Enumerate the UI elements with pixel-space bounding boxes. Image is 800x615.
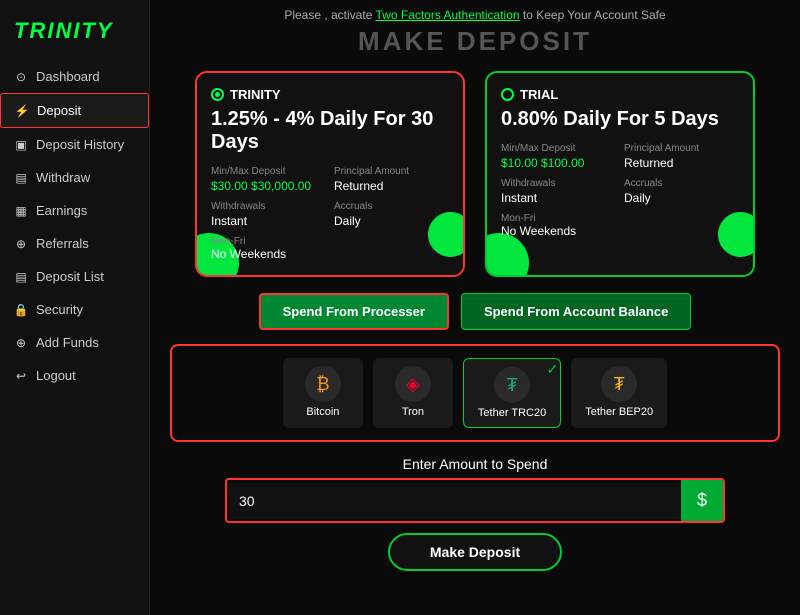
tether-trc20-icon: ₮ bbox=[494, 367, 530, 403]
amount-input-row: $ bbox=[225, 478, 725, 523]
principal-label-trial: Principal Amount bbox=[624, 143, 739, 154]
selected-check-icon: ✓ bbox=[546, 361, 558, 378]
sidebar-item-add-funds[interactable]: ⊕ Add Funds bbox=[0, 326, 149, 359]
plan-radio-trial bbox=[501, 88, 514, 101]
schedule-value-trinity: No Weekends bbox=[211, 247, 449, 261]
plan-schedule-trinity: Mon-Fri No Weekends bbox=[211, 236, 449, 261]
page-title: MAKE DEPOSIT bbox=[170, 26, 780, 57]
accruals-value-trinity: Daily bbox=[334, 214, 449, 228]
payment-option-bitcoin[interactable]: ₿ Bitcoin bbox=[283, 358, 363, 428]
tron-icon: ◈ bbox=[395, 366, 431, 402]
plan-card-trial[interactable]: TRIAL 0.80% Daily For 5 Days Min/Max Dep… bbox=[485, 71, 755, 277]
accruals-label-trinity: Accruals bbox=[334, 201, 449, 212]
sidebar-item-deposit-list[interactable]: ▤ Deposit List bbox=[0, 260, 149, 293]
payment-option-tether-trc20[interactable]: ✓ ₮ Tether TRC20 bbox=[463, 358, 561, 428]
deposit-history-icon: ▣ bbox=[14, 138, 28, 152]
sidebar-label-referrals: Referrals bbox=[36, 236, 89, 251]
deposit-button-row: Make Deposit bbox=[170, 533, 780, 571]
plan-details-trial: Min/Max Deposit $10.00 $100.00 Principal… bbox=[501, 143, 739, 205]
plan-rate-trial: 0.80% Daily For 5 Days bbox=[501, 108, 739, 131]
sidebar-item-deposit[interactable]: ⚡ Deposit bbox=[0, 93, 149, 128]
schedule-label-trial: Mon-Fri bbox=[501, 213, 739, 224]
sidebar-item-referrals[interactable]: ⊕ Referrals bbox=[0, 227, 149, 260]
plan-header-trinity: TRINITY bbox=[211, 87, 449, 102]
amount-section: Enter Amount to Spend $ bbox=[170, 456, 780, 523]
bitcoin-icon: ₿ bbox=[305, 366, 341, 402]
sidebar-label-deposit-history: Deposit History bbox=[36, 137, 124, 152]
sidebar-label-deposit: Deposit bbox=[37, 103, 81, 118]
payment-option-tether-bep20[interactable]: ₮ Tether BEP20 bbox=[571, 358, 667, 428]
two-factor-link[interactable]: Two Factors Authentication bbox=[375, 8, 519, 22]
plan-details-trinity: Min/Max Deposit $30.00 $30,000.00 Princi… bbox=[211, 166, 449, 228]
logout-icon: ↩ bbox=[14, 369, 28, 383]
principal-value-trinity: Returned bbox=[334, 179, 449, 193]
sidebar-label-withdraw: Withdraw bbox=[36, 170, 90, 185]
plan-rate-trinity: 1.25% - 4% Daily For 30 Days bbox=[211, 108, 449, 154]
payment-label-tether-trc20: Tether TRC20 bbox=[478, 407, 546, 419]
sidebar-item-withdraw[interactable]: ▤ Withdraw bbox=[0, 161, 149, 194]
sidebar: TRINITY ⊙ Dashboard ⚡ Deposit ▣ Deposit … bbox=[0, 0, 150, 615]
sidebar-label-add-funds: Add Funds bbox=[36, 335, 99, 350]
min-deposit-value-trial: $10.00 $100.00 bbox=[501, 156, 616, 170]
withdraw-icon: ▤ bbox=[14, 171, 28, 185]
plan-name-trial: TRIAL bbox=[520, 87, 558, 102]
plan-schedule-trial: Mon-Fri No Weekends bbox=[501, 213, 739, 238]
main-content: Please , activate Two Factors Authentica… bbox=[150, 0, 800, 615]
spend-buttons-row: Spend From Processer Spend From Account … bbox=[170, 293, 780, 330]
payment-methods-section: ₿ Bitcoin ◈ Tron ✓ ₮ Tether TRC20 ₮ Teth… bbox=[170, 344, 780, 442]
payment-label-bitcoin: Bitcoin bbox=[306, 406, 339, 418]
sidebar-item-logout[interactable]: ↩ Logout bbox=[0, 359, 149, 392]
schedule-label-trinity: Mon-Fri bbox=[211, 236, 449, 247]
sidebar-item-security[interactable]: 🔒 Security bbox=[0, 293, 149, 326]
plan-card-trinity[interactable]: TRINITY 1.25% - 4% Daily For 30 Days Min… bbox=[195, 71, 465, 277]
plan-header-trial: TRIAL bbox=[501, 87, 739, 102]
payment-option-tron[interactable]: ◈ Tron bbox=[373, 358, 453, 428]
app-logo: TRINITY bbox=[0, 10, 149, 60]
withdrawals-label-trinity: Withdrawals bbox=[211, 201, 326, 212]
min-deposit-label-trinity: Min/Max Deposit bbox=[211, 166, 326, 177]
security-icon: 🔒 bbox=[14, 303, 28, 317]
sidebar-item-deposit-history[interactable]: ▣ Deposit History bbox=[0, 128, 149, 161]
referrals-icon: ⊕ bbox=[14, 237, 28, 251]
spend-from-balance-button[interactable]: Spend From Account Balance bbox=[461, 293, 691, 330]
amount-label: Enter Amount to Spend bbox=[170, 456, 780, 472]
deposit-list-icon: ▤ bbox=[14, 270, 28, 284]
min-deposit-label-trial: Min/Max Deposit bbox=[501, 143, 616, 154]
topbar-text: Please , activate bbox=[284, 8, 375, 22]
min-deposit-value-trinity: $30.00 $30,000.00 bbox=[211, 179, 326, 193]
sidebar-label-logout: Logout bbox=[36, 368, 76, 383]
topbar: Please , activate Two Factors Authentica… bbox=[170, 8, 780, 22]
topbar-text2: to Keep Your Account Safe bbox=[520, 8, 666, 22]
withdrawals-value-trial: Instant bbox=[501, 191, 616, 205]
amount-input[interactable] bbox=[227, 483, 681, 519]
make-deposit-button[interactable]: Make Deposit bbox=[388, 533, 562, 571]
plan-cards: TRINITY 1.25% - 4% Daily For 30 Days Min… bbox=[170, 71, 780, 277]
sidebar-item-dashboard[interactable]: ⊙ Dashboard bbox=[0, 60, 149, 93]
accruals-value-trial: Daily bbox=[624, 191, 739, 205]
plan-name-trinity: TRINITY bbox=[230, 87, 281, 102]
tether-bep20-icon: ₮ bbox=[601, 366, 637, 402]
sidebar-item-earnings[interactable]: ▦ Earnings bbox=[0, 194, 149, 227]
plan-radio-trinity bbox=[211, 88, 224, 101]
add-funds-icon: ⊕ bbox=[14, 336, 28, 350]
sidebar-label-earnings: Earnings bbox=[36, 203, 87, 218]
schedule-value-trial: No Weekends bbox=[501, 224, 739, 238]
withdrawals-label-trial: Withdrawals bbox=[501, 178, 616, 189]
principal-label-trinity: Principal Amount bbox=[334, 166, 449, 177]
amount-dollar-button[interactable]: $ bbox=[681, 480, 723, 521]
withdrawals-value-trinity: Instant bbox=[211, 214, 326, 228]
earnings-icon: ▦ bbox=[14, 204, 28, 218]
payment-label-tether-bep20: Tether BEP20 bbox=[585, 406, 653, 418]
principal-value-trial: Returned bbox=[624, 156, 739, 170]
sidebar-label-dashboard: Dashboard bbox=[36, 69, 100, 84]
dashboard-icon: ⊙ bbox=[14, 70, 28, 84]
spend-from-processor-button[interactable]: Spend From Processer bbox=[259, 293, 449, 330]
accruals-label-trial: Accruals bbox=[624, 178, 739, 189]
deposit-icon: ⚡ bbox=[15, 104, 29, 118]
sidebar-label-security: Security bbox=[36, 302, 83, 317]
sidebar-label-deposit-list: Deposit List bbox=[36, 269, 104, 284]
payment-label-tron: Tron bbox=[402, 406, 424, 418]
